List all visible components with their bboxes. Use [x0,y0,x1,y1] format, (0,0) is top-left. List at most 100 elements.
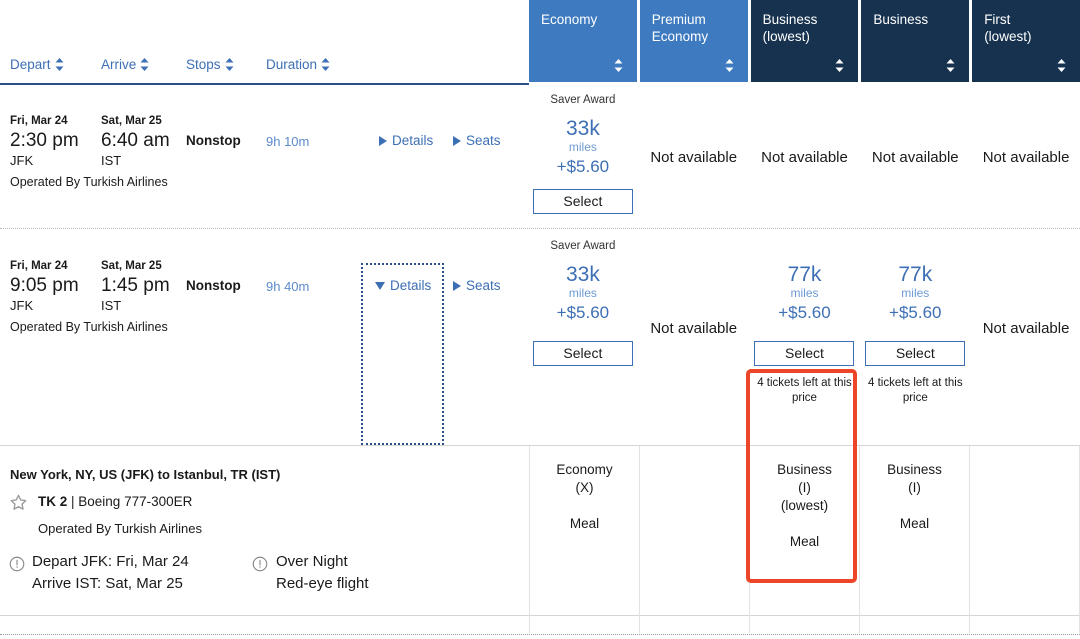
cabin-tab-business-lowest[interactable]: Business (lowest) [750,0,859,82]
operated-by: Operated By Turkish Airlines [10,175,168,189]
sort-updown-icon [140,58,149,71]
sort-updown-icon[interactable] [725,59,734,72]
miles-word: miles [568,140,597,154]
miles-word: miles [901,286,930,300]
flight-row: Fri, Mar 24 9:05 pm JFK Sat, Mar 25 1:45… [0,229,1080,445]
miles-amount: 33k [565,263,600,286]
sort-updown-icon[interactable] [614,59,623,72]
stops-label: Nonstop [186,278,241,293]
flight-search-results: Depart Arrive Stops Duration Economy Pre… [0,0,1080,639]
details-operated-by: Operated By Turkish Airlines [38,521,203,536]
cabin-detail-business-lowest-meal: Meal [789,534,820,549]
exclamation-circle-icon [9,556,25,572]
arrive-date: Sat, Mar 25 [101,260,162,272]
sort-updown-icon [321,58,330,71]
flight-number: TK 2 [38,494,68,509]
arrive-date: Sat, Mar 25 [101,115,162,127]
duration-label: 9h 40m [266,279,310,294]
duration-label: 9h 10m [266,134,310,149]
select-button[interactable]: Select [865,341,966,366]
exclamation-circle-icon [252,556,268,572]
sort-updown-icon[interactable] [946,59,955,72]
depart-airport: JFK [10,298,34,313]
flight-note-overnight-line2: Red-eye flight [276,575,369,592]
fare-cell-economy: Saver Award 33k miles +$5.60 Select [529,85,637,228]
arrive-time: 6:40 am [101,130,170,151]
seats-toggle[interactable]: Seats [453,278,501,293]
triangle-down-icon [375,281,385,290]
cabin-tab-premium-economy-line1: Premium [651,12,706,27]
cabin-detail-economy: Economy (X) Meal [529,446,640,617]
not-available-label: Not available [982,149,1070,166]
arrive-time: 1:45 pm [101,275,170,296]
sort-updown-icon[interactable] [835,59,844,72]
cabin-detail-economy-meal: Meal [569,516,600,531]
aircraft-type: Boeing 777-300ER [78,494,193,509]
arrive-airport: IST [101,153,122,168]
sort-updown-icon[interactable] [1057,59,1066,72]
flight-note-dates: Depart JFK: Fri, Mar 24 Arrive IST: Sat,… [32,551,189,595]
sort-header-arrive-label: Arrive [101,57,137,72]
separator: | [67,494,79,509]
cabin-detail-economy-line2: (X) [575,480,594,495]
fare-price: 77k miles +$5.60 [861,263,969,324]
fare-cell-business: Not available [861,85,969,228]
award-type-label: Saver Award [550,94,616,106]
cabin-tab-premium-economy[interactable]: Premium Economy [639,0,748,82]
details-toggle[interactable]: Details [375,278,431,293]
sort-header-depart[interactable]: Depart [10,57,64,72]
cabin-tab-business[interactable]: Business [861,0,970,82]
stops-label: Nonstop [186,133,241,148]
cabin-tab-premium-economy-line2: Economy [651,29,709,44]
cabin-detail-business-meal: Meal [899,516,930,531]
fare-cash-amount: +$5.60 [778,303,831,322]
cabin-tab-first-lowest-line2: (lowest) [984,29,1032,44]
tickets-left-notice: 4 tickets left at this price [757,377,852,404]
not-available-label: Not available [650,149,738,166]
select-button[interactable]: Select [532,341,633,366]
cabin-tab-business-line1: Business [873,12,929,27]
fare-price: 33k miles +$5.60 [529,117,637,178]
footer-divider [0,634,1080,635]
depart-time: 2:30 pm [10,130,79,151]
seats-toggle-label: Seats [466,278,501,293]
cabin-tab-first-lowest[interactable]: First (lowest) [972,0,1080,82]
fare-price: 33k miles +$5.60 [529,263,637,324]
select-button[interactable]: Select [754,341,855,366]
cabin-tab-economy[interactable]: Economy [529,0,637,82]
sort-header-stops-label: Stops [186,57,221,72]
results-header: Depart Arrive Stops Duration Economy Pre… [0,0,1080,85]
depart-date: Fri, Mar 24 [10,115,68,127]
miles-amount: 77k [898,263,933,286]
fare-cells: Saver Award 33k miles +$5.60 Select Not … [529,85,1080,228]
flight-row: Fri, Mar 24 2:30 pm JFK Sat, Mar 25 6:40… [0,85,1080,228]
sort-header-duration-label: Duration [266,57,318,72]
miles-word: miles [568,286,597,300]
seats-toggle[interactable]: Seats [453,133,501,148]
fare-cell-business-lowest: Not available [751,85,859,228]
not-available-label: Not available [761,149,848,166]
details-toggle-label: Details [390,278,432,293]
depart-date: Fri, Mar 24 [10,260,68,272]
cabin-detail-business: Business (I) Meal [860,446,970,617]
triangle-right-icon [453,135,461,146]
select-button[interactable]: Select [532,189,633,214]
fare-cash-amount: +$5.60 [556,157,610,176]
sort-updown-icon [225,58,234,71]
miles-word: miles [790,286,819,300]
footer-col-first-lowest [970,616,1080,633]
flight-details-panel: New York, NY, US (JFK) to Istanbul, TR (… [0,445,1080,617]
fare-cells: Saver Award 33k miles +$5.60 Select Not … [529,229,1080,445]
sort-header-arrive[interactable]: Arrive [101,57,149,72]
triangle-right-icon [453,280,461,291]
fare-cell-economy: Saver Award 33k miles +$5.60 Select [529,229,637,445]
flight-itinerary: Fri, Mar 24 2:30 pm JFK Sat, Mar 25 6:40… [0,85,529,228]
route-heading: New York, NY, US (JFK) to Istanbul, TR (… [10,467,281,482]
sort-header-duration[interactable]: Duration [266,57,330,72]
depart-time: 9:05 pm [10,275,79,296]
cabin-detail-premium-economy [640,446,750,617]
cabin-tab-first-lowest-line1: First [984,12,1011,27]
details-toggle[interactable]: Details [379,133,433,148]
fare-cell-first-lowest: Not available [972,229,1080,445]
sort-header-stops[interactable]: Stops [186,57,234,72]
